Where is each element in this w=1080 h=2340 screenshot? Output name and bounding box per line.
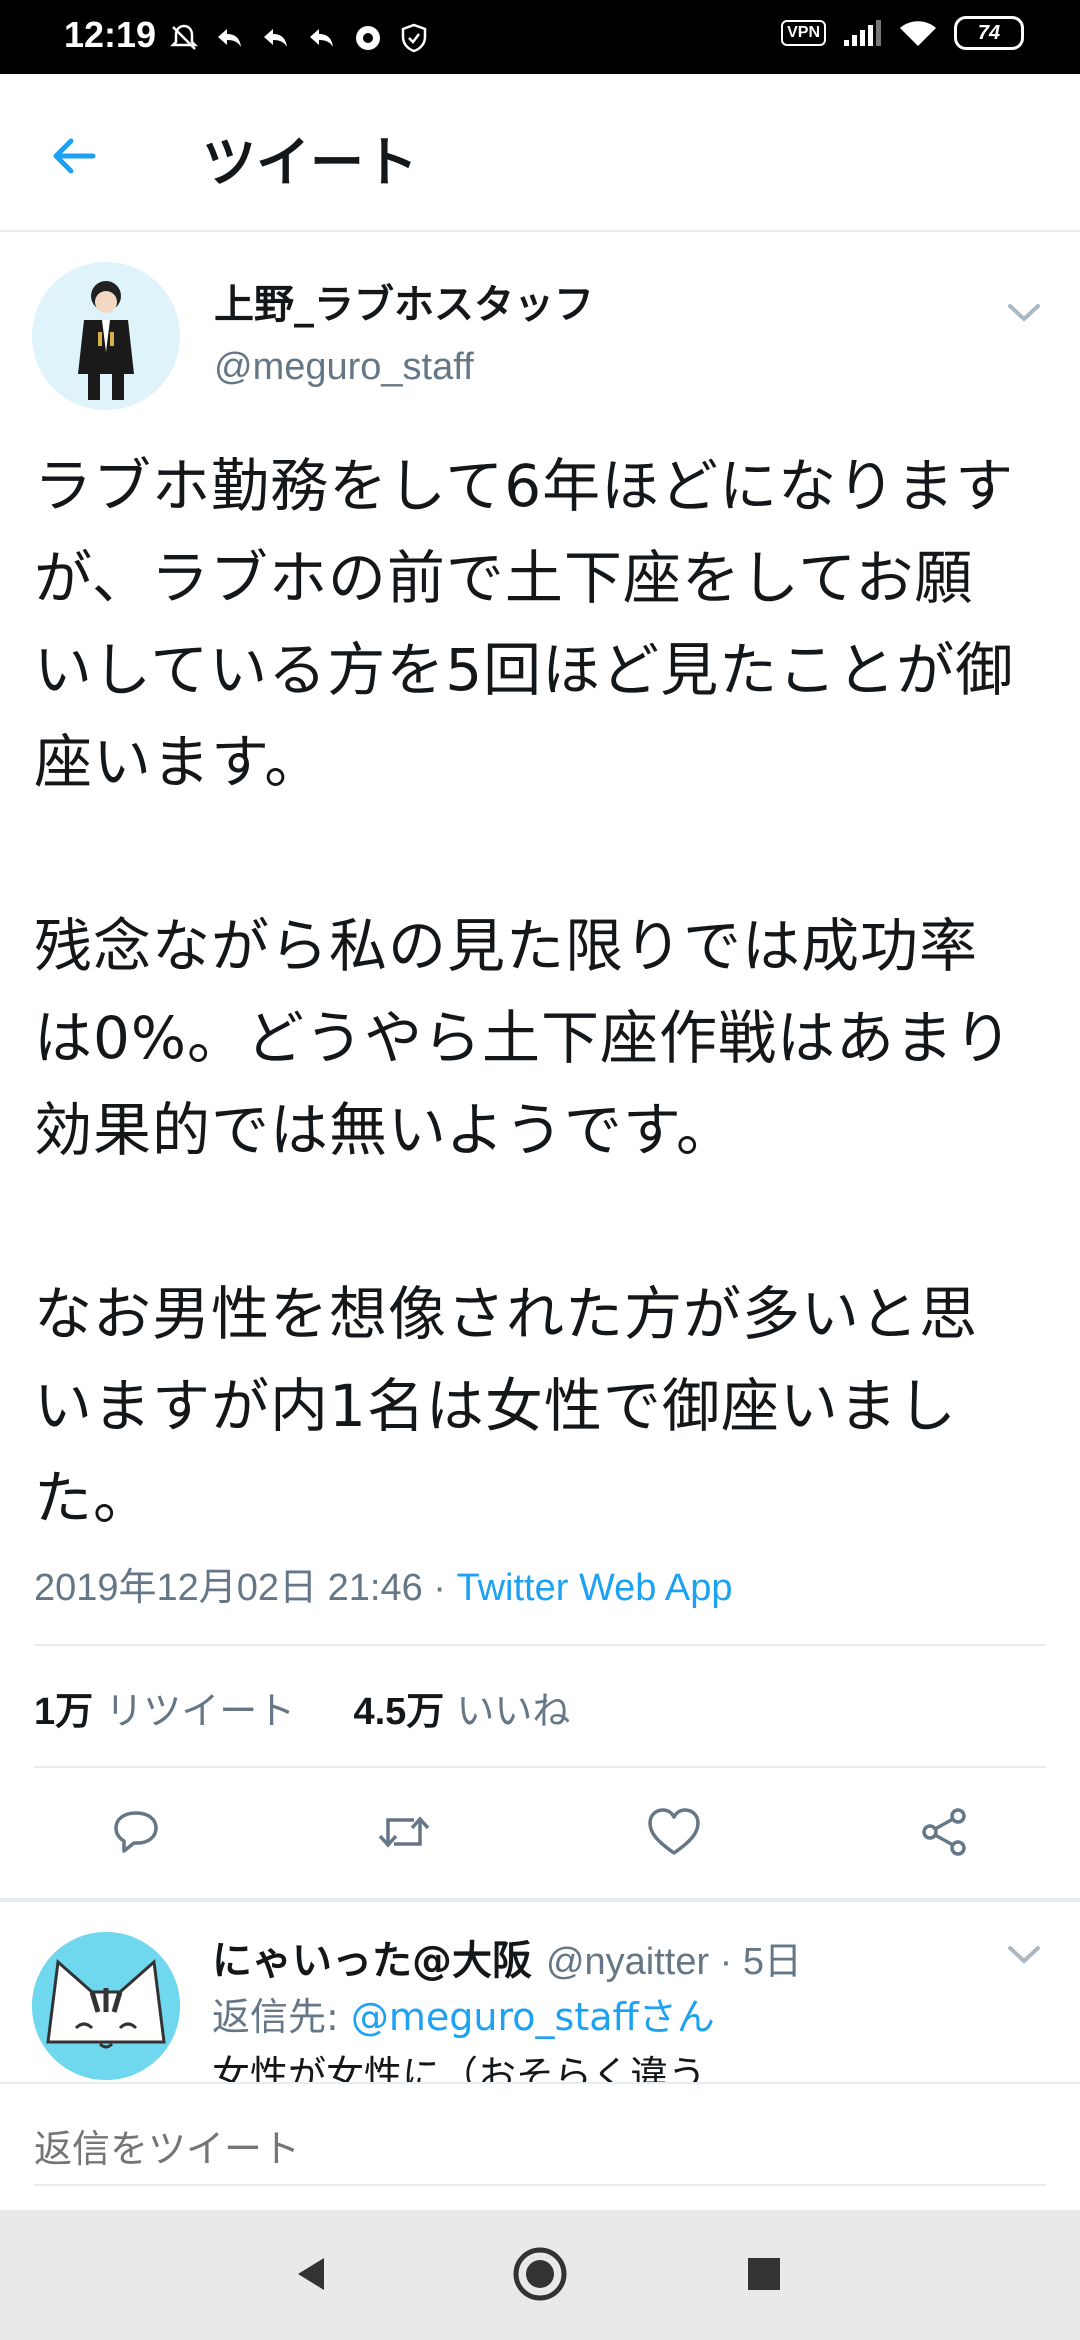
reply-to-line: 返信先: @meguro_staffさん [212,1986,715,2041]
page-title: ツイート [202,131,418,194]
tweet-actions [0,1784,1080,1880]
circle-home-icon [513,2247,567,2301]
like-stat[interactable]: 4.5万 いいね [353,1689,570,1733]
triangle-back-icon [298,2258,324,2290]
retweet-icon [378,1816,430,1848]
shield-icon [401,23,427,53]
app-bar: ツイート [0,74,1080,232]
like-icon [648,1808,700,1855]
signal-icon [844,20,881,46]
reply-text: 女性が女性に（おそらく違う [212,2053,707,2082]
share-icon [922,1808,966,1856]
system-nav-bar [0,2210,1080,2340]
chevron-down-icon [1008,1946,1040,1964]
author-handle[interactable]: @meguro_staff [214,346,474,389]
like-button[interactable] [642,1800,706,1864]
tweet-options-button[interactable] [994,282,1054,342]
reply-to-mention[interactable]: @meguro_staffさん [351,1995,715,2039]
author-name[interactable]: 上野_ラブホスタッフ [214,272,594,330]
sync-icon [356,26,380,50]
nav-home-button[interactable] [508,2242,572,2306]
nav-back-button[interactable] [280,2242,344,2306]
retweet-stat[interactable]: 1万 リツイート [34,1689,295,1733]
reply-icon [264,29,287,47]
reply-icon [114,1811,158,1853]
reply-button[interactable] [104,1800,168,1864]
tweet-timestamp: 2019年12月02日 21:46 · [34,1567,457,1609]
reply-author-name: にゃいった@大阪 [212,1938,532,1984]
reply-icon [310,29,333,47]
back-button[interactable] [44,126,104,186]
reply-to-label: 返信先: [212,1995,351,2039]
divider [34,1644,1046,1646]
reply-compose [0,2082,1080,2212]
chevron-down-icon [1008,304,1040,322]
reply-author-handle: @nyaitter · 5日 [545,1941,803,1983]
share-button[interactable] [912,1800,976,1864]
notification-icons [168,22,430,54]
status-time: 12:19 [64,14,157,55]
system-icons: VPN 74 [781,16,1024,50]
tweet-stats: 1万 リツイート 4.5万 いいね [34,1680,570,1735]
status-bar: 12:19 VPN 74 [0,0,1080,74]
tweet-source-link[interactable]: Twitter Web App [457,1567,733,1609]
mute-bell-icon [169,24,199,50]
wifi-icon [900,21,936,46]
cat-avatar-image [32,1932,180,2080]
battery-icon: 74 [954,16,1024,50]
section-separator [0,1898,1080,1902]
tweet-meta: 2019年12月02日 21:46 · Twitter Web App [34,1556,732,1611]
nav-recents-button[interactable] [732,2242,796,2306]
divider [34,1766,1046,1768]
reply-options-button[interactable] [994,1924,1054,1984]
reply-input[interactable] [34,2114,1046,2186]
arrow-left-icon [53,138,96,174]
avatar-image [32,262,180,410]
square-recents-icon [748,2258,780,2290]
reply-icon [218,29,241,47]
tweet-text: ラブホ勤務をして6年ほどになります が、ラブホの前で土下座をしてお願 いしている… [34,452,1015,1532]
reply-tweet[interactable]: にゃいった@大阪 @nyaitter · 5日 返信先: @meguro_sta… [0,1904,1080,2082]
tweet-header: 上野_ラブホスタッフ @meguro_staff [0,232,1080,432]
vpn-badge: VPN [781,20,826,46]
retweet-button[interactable] [372,1800,436,1864]
reply-avatar[interactable] [32,1932,180,2080]
reply-author[interactable]: にゃいった@大阪 @nyaitter · 5日 [212,1928,802,1986]
author-avatar[interactable] [32,262,180,410]
